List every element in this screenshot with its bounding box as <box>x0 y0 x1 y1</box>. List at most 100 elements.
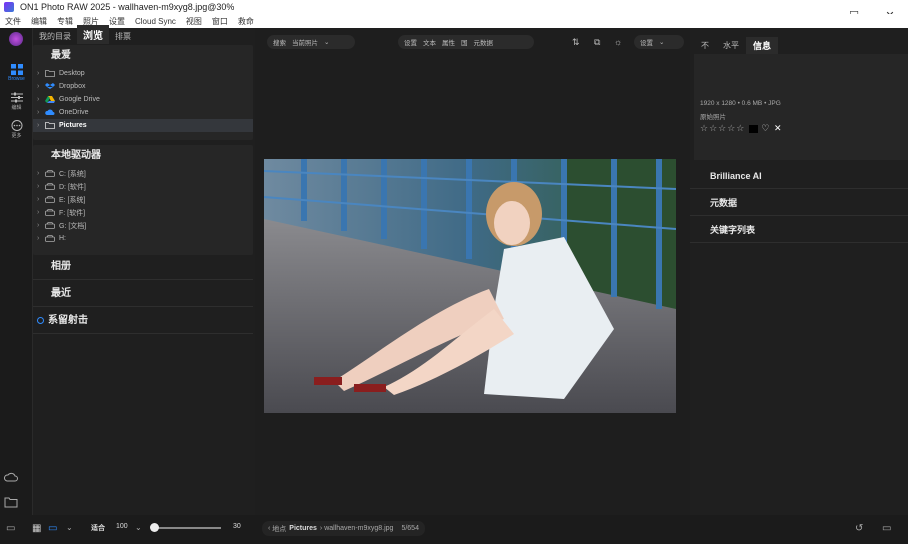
info-panel: 不 水平 信息 1920 x 1280 • 0.6 MB • JPG 原始照片 … <box>690 28 908 515</box>
filter-metadata[interactable]: 元数据 <box>474 37 494 47</box>
tab-browse[interactable]: 浏览 <box>77 25 109 44</box>
rail-edit-label: 编辑 <box>11 105 22 111</box>
favorite-desktop[interactable]: › Desktop <box>33 67 253 80</box>
search-scope: 当前照片 <box>292 40 318 47</box>
rail-more[interactable]: 更多 <box>2 120 31 139</box>
keyword-list-header[interactable]: 关键字列表 <box>690 217 908 243</box>
brilliance-ai-header[interactable]: Brilliance AI <box>690 163 908 189</box>
drives-section: 本地驱动器 › C: [系统] › D: [软件] › E: [系统] › F:… <box>33 145 253 255</box>
tab-level[interactable]: 水平 <box>716 38 746 53</box>
favorite-pictures[interactable]: › Pictures <box>33 119 253 132</box>
slider-handle[interactable] <box>150 523 159 532</box>
chevron-right-icon: › <box>37 209 40 216</box>
search-label: 搜索 <box>273 40 286 47</box>
settings-label: 设置 <box>640 40 653 47</box>
drive-row[interactable]: › D: [软件] <box>33 180 253 193</box>
single-view-icon[interactable]: ▭ <box>48 523 57 535</box>
favorite-onedrive[interactable]: › OneDrive <box>33 106 253 119</box>
chevron-right-icon: › <box>37 170 40 177</box>
ring-icon <box>37 316 44 324</box>
browser-panel: 我的目录 浏览 排票 最爱 › Desktop › Dropbox › Goog… <box>33 25 255 515</box>
favorite-google-drive[interactable]: › Google Drive <box>33 93 253 106</box>
filter-settings[interactable]: 设置 <box>404 37 417 47</box>
browser-tabs: 我的目录 浏览 排票 <box>33 25 255 44</box>
albums-header[interactable]: 相册 <box>33 254 253 280</box>
menu-window[interactable]: 窗口 <box>207 16 233 27</box>
menu-file[interactable]: 文件 <box>0 16 26 27</box>
chevron-down-icon[interactable]: ⌄ <box>135 523 142 535</box>
cloud-sync-icon[interactable] <box>4 472 18 484</box>
onedrive-icon <box>45 109 55 115</box>
star-rating[interactable]: ☆☆☆☆☆ ♡ ✕ <box>700 123 783 134</box>
tethered-label: 系留射击 <box>48 315 88 326</box>
dropbox-icon <box>45 83 55 89</box>
heart-icon[interactable]: ♡ <box>761 123 770 133</box>
drive-row[interactable]: › G: [文档] <box>33 219 253 232</box>
folder-icon <box>45 70 55 77</box>
chevron-right-icon: › <box>37 196 40 203</box>
drive-row[interactable]: › C: [系统] <box>33 167 253 180</box>
star-icons: ☆☆☆☆☆ <box>700 123 746 133</box>
drive-label: C: [系统] <box>59 170 86 178</box>
settings-dropdown[interactable]: 设置 ⌄ <box>634 35 684 49</box>
menu-edit[interactable]: 编辑 <box>26 16 52 27</box>
more-icon <box>11 120 22 131</box>
sidebar-toggle-icon[interactable]: ▭ <box>6 523 15 535</box>
rail-browse[interactable]: Browse <box>2 64 31 82</box>
image-label: 原始照片 <box>700 114 726 121</box>
filter-text[interactable]: 文本 <box>423 37 436 47</box>
drives-header[interactable]: 本地驱动器 <box>33 145 253 167</box>
tab-info[interactable]: 信息 <box>746 36 779 54</box>
crumb-prefix: 地点 <box>272 525 287 533</box>
window-title: ON1 Photo RAW 2025 - wallhaven-m9xyg8.jp… <box>20 2 235 12</box>
tab-none[interactable]: 不 <box>694 38 716 53</box>
google-drive-icon <box>45 96 55 103</box>
drive-row[interactable]: › E: [系统] <box>33 193 253 206</box>
filter-attributes[interactable]: 属性 <box>442 37 455 47</box>
drive-label: F: [软件] <box>59 209 86 217</box>
module-rail: Browse 编辑 更多 <box>0 28 33 544</box>
chevron-right-icon: › <box>37 235 40 242</box>
undo-icon[interactable]: ↺ <box>855 523 863 535</box>
right-tabs: 不 水平 信息 <box>694 36 779 54</box>
import-folder-icon[interactable] <box>4 496 18 508</box>
brightness-icon[interactable]: ☼ <box>614 37 626 47</box>
favorite-dropbox[interactable]: › Dropbox <box>33 80 253 93</box>
metadata-header[interactable]: 元数据 <box>690 190 908 216</box>
tab-filter[interactable]: 排票 <box>109 29 137 44</box>
sliders-icon <box>10 92 23 103</box>
menu-cloud-sync[interactable]: Cloud Sync <box>130 17 181 26</box>
breadcrumb: ‹ 地点 Pictures › wallhaven-m9xyg8.jpg 5/6… <box>262 521 425 536</box>
tethered-header[interactable]: 系留射击 <box>33 308 253 334</box>
zoom-value[interactable]: 100 <box>116 523 128 530</box>
menu-help[interactable]: 救命 <box>233 16 259 27</box>
rail-edit[interactable]: 编辑 <box>2 92 31 111</box>
fit-label[interactable]: 适合 <box>91 523 105 533</box>
on1-logo-icon <box>9 32 23 46</box>
drive-row[interactable]: › H: <box>33 232 253 245</box>
reject-icon[interactable]: ✕ <box>774 123 783 133</box>
preview-icon[interactable]: ⧉ <box>594 37 606 47</box>
recent-header[interactable]: 最近 <box>33 281 253 307</box>
crumb-folder[interactable]: Pictures <box>289 525 317 532</box>
chevron-right-icon: › <box>37 122 40 129</box>
color-label-icon[interactable] <box>748 124 758 133</box>
sort-icon[interactable]: ⇅ <box>572 37 584 47</box>
thumbnail-slider[interactable] <box>155 527 221 529</box>
filter-country[interactable]: 国 <box>461 37 468 47</box>
drive-label: G: [文档] <box>59 222 87 230</box>
favorites-header[interactable]: 最爱 <box>33 45 253 67</box>
grid-view-icon[interactable]: ▦ <box>32 523 41 535</box>
drive-row[interactable]: › F: [软件] <box>33 206 253 219</box>
search-box[interactable]: 搜索 当前照片 ⌄ <box>267 35 355 49</box>
drive-icon <box>45 196 55 203</box>
viewer-area: 搜索 当前照片 ⌄ 设置 文本 属性 国 元数据 ⇅ ⧉ ☼ 设置 ⌄ <box>256 28 690 515</box>
panel-right-icon[interactable]: ▭ <box>882 523 891 535</box>
chevron-right-icon: › <box>37 109 40 116</box>
folder-icon <box>45 122 55 129</box>
chevron-down-icon[interactable]: ⌄ <box>66 523 73 535</box>
menu-album[interactable]: 专辑 <box>52 16 78 27</box>
chevron-down-icon: ⌄ <box>324 39 330 46</box>
menu-view[interactable]: 视图 <box>181 16 207 27</box>
tab-catalog[interactable]: 我的目录 <box>33 29 77 44</box>
